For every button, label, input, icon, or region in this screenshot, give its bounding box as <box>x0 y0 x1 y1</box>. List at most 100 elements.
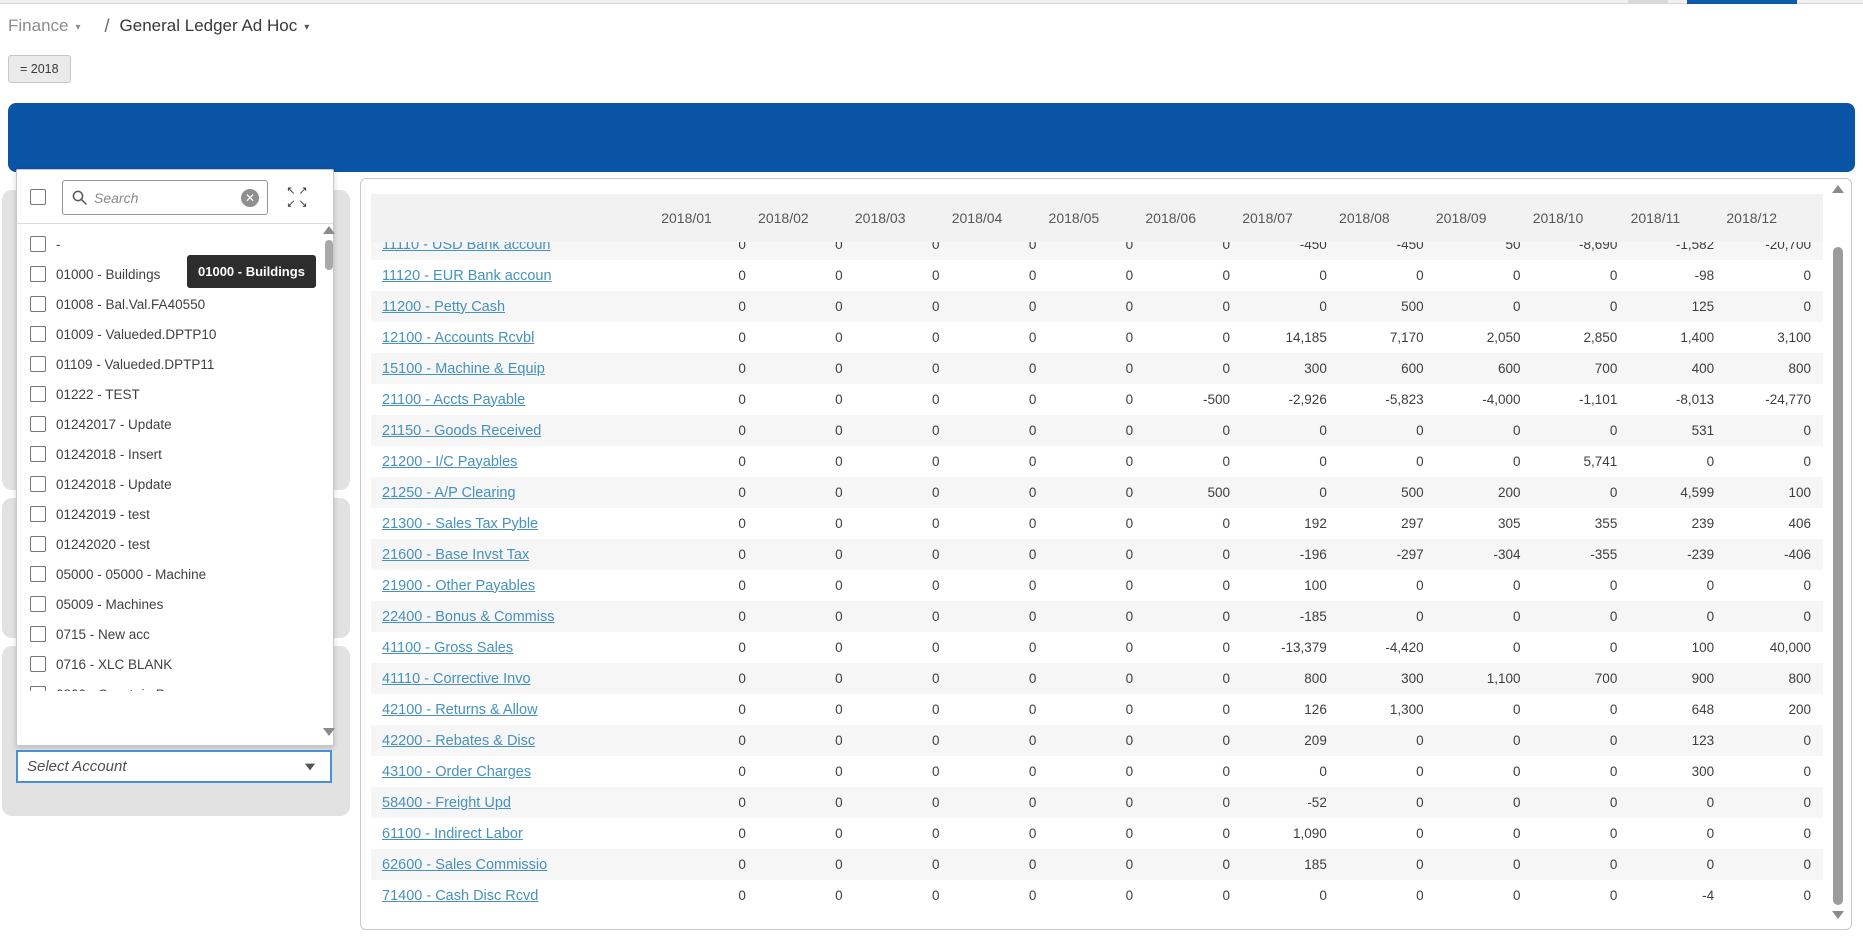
value-cell[interactable]: 0 <box>758 485 855 500</box>
value-cell[interactable]: 0 <box>661 640 758 655</box>
value-cell[interactable]: 0 <box>1048 423 1145 438</box>
value-cell[interactable]: 0 <box>855 671 952 686</box>
value-cell[interactable]: 0 <box>855 485 952 500</box>
value-cell[interactable]: 0 <box>1242 764 1339 779</box>
account-link[interactable]: 21100 - Accts Payable <box>382 392 525 408</box>
value-cell[interactable]: 0 <box>661 795 758 810</box>
value-cell[interactable]: 100 <box>1726 485 1823 500</box>
value-cell[interactable]: 0 <box>952 361 1049 376</box>
checkbox[interactable] <box>30 476 46 492</box>
value-cell[interactable]: 0 <box>1145 330 1242 345</box>
value-cell[interactable]: 355 <box>1533 516 1630 531</box>
value-cell[interactable]: 0 <box>1048 392 1145 407</box>
value-cell[interactable]: 0 <box>758 242 855 252</box>
value-cell[interactable]: 0 <box>1339 423 1436 438</box>
value-cell[interactable]: 0 <box>855 826 952 841</box>
chevron-down-icon[interactable]: ▾ <box>75 22 80 33</box>
value-cell[interactable]: 0 <box>1533 423 1630 438</box>
value-cell[interactable]: 0 <box>1629 826 1726 841</box>
value-cell[interactable]: 0 <box>1048 857 1145 872</box>
checkbox[interactable] <box>30 656 46 672</box>
value-cell[interactable]: 0 <box>1726 299 1823 314</box>
value-cell[interactable]: 0 <box>1242 888 1339 903</box>
value-cell[interactable]: 1,100 <box>1436 671 1533 686</box>
value-cell[interactable]: 0 <box>661 857 758 872</box>
scroll-up-arrow-icon[interactable] <box>323 226 335 234</box>
value-cell[interactable]: 0 <box>758 454 855 469</box>
checkbox[interactable] <box>30 266 46 282</box>
checkbox[interactable] <box>30 386 46 402</box>
value-cell[interactable]: 0 <box>1145 609 1242 624</box>
value-cell[interactable]: 0 <box>952 702 1049 717</box>
account-link[interactable]: 21200 - I/C Payables <box>382 454 517 470</box>
value-cell[interactable]: 7,170 <box>1339 330 1436 345</box>
checkbox[interactable] <box>30 416 46 432</box>
account-link[interactable]: 42100 - Returns & Allow <box>382 702 538 718</box>
account-link[interactable]: 21150 - Goods Received <box>382 423 541 439</box>
value-cell[interactable]: 0 <box>855 640 952 655</box>
account-checkbox-item[interactable]: 01242020 - test <box>17 529 317 559</box>
value-cell[interactable]: 0 <box>952 640 1049 655</box>
value-cell[interactable]: 0 <box>952 547 1049 562</box>
value-cell[interactable]: 0 <box>855 609 952 624</box>
value-cell[interactable]: 0 <box>1048 733 1145 748</box>
value-cell[interactable]: 0 <box>1436 578 1533 593</box>
value-cell[interactable]: 300 <box>1339 671 1436 686</box>
value-cell[interactable]: 0 <box>1436 640 1533 655</box>
search-input[interactable] <box>94 190 241 206</box>
value-cell[interactable]: 0 <box>1048 640 1145 655</box>
value-cell[interactable]: 0 <box>1339 857 1436 872</box>
value-cell[interactable]: 0 <box>1048 485 1145 500</box>
value-cell[interactable]: 0 <box>855 516 952 531</box>
value-cell[interactable]: 0 <box>855 361 952 376</box>
account-checkbox-item[interactable]: 01242017 - Update <box>17 409 317 439</box>
value-cell[interactable]: 0 <box>855 299 952 314</box>
value-cell[interactable]: 0 <box>1629 454 1726 469</box>
value-cell[interactable]: 0 <box>1436 454 1533 469</box>
checkbox[interactable] <box>30 296 46 312</box>
value-cell[interactable]: 0 <box>1048 764 1145 779</box>
value-cell[interactable]: 0 <box>758 733 855 748</box>
value-cell[interactable]: 0 <box>1145 826 1242 841</box>
checkbox[interactable] <box>30 536 46 552</box>
value-cell[interactable]: 0 <box>758 268 855 283</box>
value-cell[interactable]: 0 <box>1145 423 1242 438</box>
value-cell[interactable]: -4 <box>1629 888 1726 903</box>
value-cell[interactable]: -13,379 <box>1242 640 1339 655</box>
value-cell[interactable]: 0 <box>1533 826 1630 841</box>
value-cell[interactable]: 0 <box>952 733 1049 748</box>
value-cell[interactable]: 0 <box>855 857 952 872</box>
value-cell[interactable]: 0 <box>1629 609 1726 624</box>
account-link[interactable]: 21300 - Sales Tax Pyble <box>382 516 538 532</box>
value-cell[interactable]: 0 <box>661 888 758 903</box>
value-cell[interactable]: 100 <box>1629 640 1726 655</box>
value-cell[interactable]: 0 <box>855 764 952 779</box>
value-cell[interactable]: 0 <box>1533 640 1630 655</box>
value-cell[interactable]: -4,420 <box>1339 640 1436 655</box>
account-checkbox-item[interactable]: 05000 - 05000 - Machine <box>17 559 317 589</box>
value-cell[interactable]: 0 <box>855 578 952 593</box>
value-cell[interactable]: 5,741 <box>1533 454 1630 469</box>
value-cell[interactable]: 0 <box>1048 795 1145 810</box>
scroll-up-arrow-icon[interactable] <box>1832 185 1844 193</box>
value-cell[interactable]: 0 <box>952 671 1049 686</box>
clear-search-icon[interactable]: ✕ <box>241 189 259 207</box>
value-cell[interactable]: 0 <box>1048 702 1145 717</box>
account-link[interactable]: 11120 - EUR Bank accoun <box>382 268 552 284</box>
value-cell[interactable]: 0 <box>1145 299 1242 314</box>
scroll-down-arrow-icon[interactable] <box>1832 911 1844 919</box>
account-checkbox-item[interactable]: 01222 - TEST <box>17 379 317 409</box>
value-cell[interactable]: 0 <box>1048 242 1145 252</box>
value-cell[interactable]: 0 <box>952 392 1049 407</box>
value-cell[interactable]: -450 <box>1242 242 1339 252</box>
value-cell[interactable]: 0 <box>1145 671 1242 686</box>
value-cell[interactable]: 0 <box>952 826 1049 841</box>
value-cell[interactable]: 0 <box>1726 857 1823 872</box>
value-cell[interactable]: 0 <box>952 423 1049 438</box>
value-cell[interactable]: 0 <box>758 392 855 407</box>
account-list-scrollbar[interactable] <box>323 226 335 738</box>
value-cell[interactable]: 100 <box>1242 578 1339 593</box>
value-cell[interactable]: 0 <box>952 299 1049 314</box>
value-cell[interactable]: 0 <box>952 268 1049 283</box>
value-cell[interactable]: 3,100 <box>1726 330 1823 345</box>
